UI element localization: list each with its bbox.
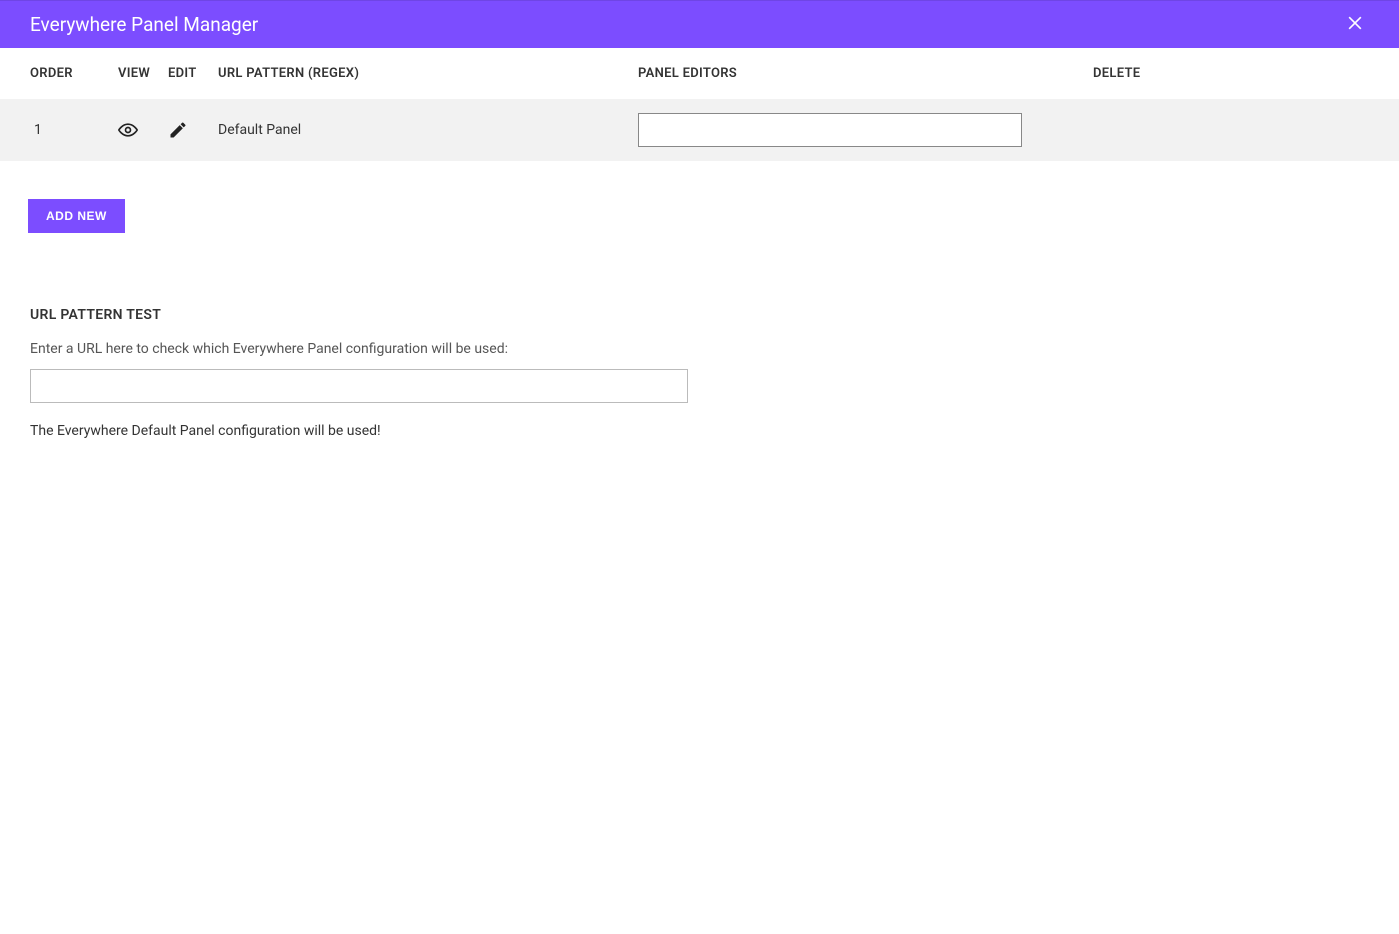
close-icon: [1345, 13, 1365, 33]
column-header-edit: EDIT: [168, 66, 218, 81]
table-row: 1 Default Panel: [0, 99, 1399, 161]
column-header-url-pattern: URL PATTERN (REGEX): [218, 66, 638, 81]
column-header-view: VIEW: [118, 66, 168, 81]
column-header-order: ORDER: [30, 66, 118, 81]
panel-editors-input[interactable]: [638, 113, 1022, 147]
row-order-value: 1: [30, 122, 118, 138]
close-button[interactable]: [1341, 9, 1369, 41]
pencil-icon: [168, 120, 188, 140]
table-header-row: ORDER VIEW EDIT URL PATTERN (REGEX) PANE…: [0, 48, 1399, 99]
edit-button[interactable]: [168, 120, 188, 140]
add-new-button[interactable]: ADD NEW: [28, 199, 125, 233]
view-button[interactable]: [118, 120, 138, 140]
row-url-pattern: Default Panel: [218, 122, 638, 138]
header-title: Everywhere Panel Manager: [30, 13, 258, 36]
column-header-panel-editors: PANEL EDITORS: [638, 66, 1093, 81]
header-bar: Everywhere Panel Manager: [0, 0, 1399, 48]
column-header-delete: DELETE: [1093, 66, 1140, 81]
test-instruction-text: Enter a URL here to check which Everywhe…: [30, 341, 1369, 357]
test-section-title: URL PATTERN TEST: [30, 307, 1369, 323]
url-test-input[interactable]: [30, 369, 688, 403]
eye-icon: [118, 120, 138, 140]
test-result-text: The Everywhere Default Panel configurati…: [30, 423, 1369, 439]
url-pattern-test-section: URL PATTERN TEST Enter a URL here to che…: [0, 233, 1399, 439]
